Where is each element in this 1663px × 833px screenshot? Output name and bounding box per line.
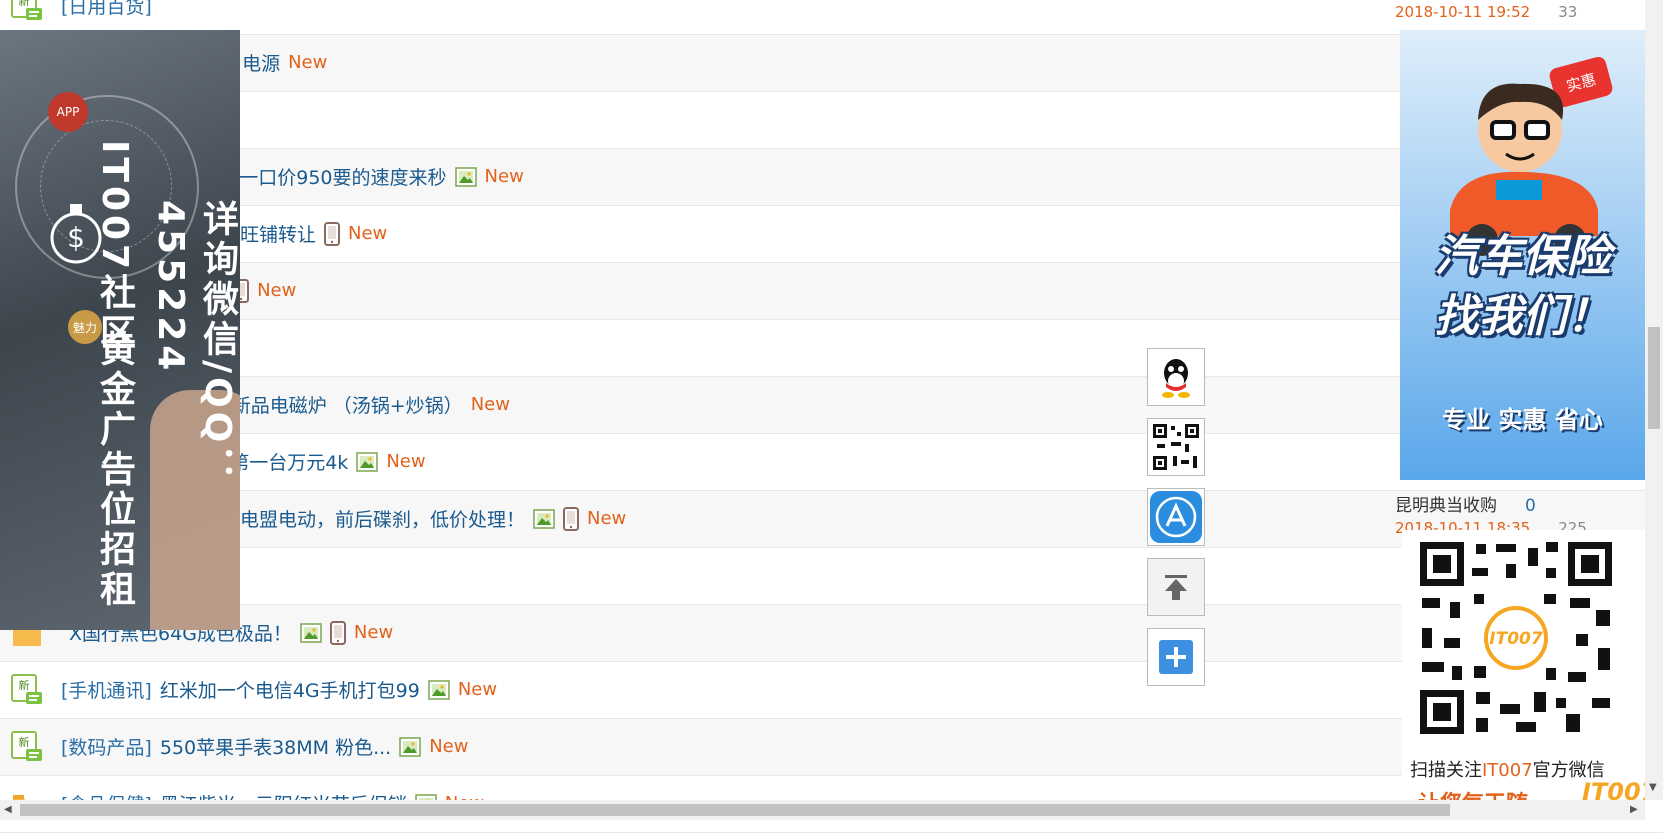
- svg-text:新: 新: [19, 0, 30, 8]
- new-thread-icon: 新: [11, 731, 42, 761]
- thread-title-link[interactable]: 550苹果手表38MM 粉色...: [160, 733, 391, 760]
- right-floating-ad[interactable]: 实惠 汽车保险 找我们！ 专业 实惠 省心: [1400, 30, 1645, 480]
- ad-headline-1: 汽车保险: [1434, 231, 1611, 282]
- svg-text:新: 新: [19, 735, 30, 749]
- ad-brand: IT007社区: [94, 140, 135, 354]
- new-badge: New: [587, 508, 627, 529]
- image-attachment-icon: [454, 166, 477, 187]
- new-badge: New: [429, 736, 469, 757]
- new-badge: New: [348, 223, 388, 244]
- qr-center-logo: IT007: [1489, 629, 1543, 649]
- new-thread-icon: 新: [11, 674, 42, 704]
- svg-text:新: 新: [19, 678, 30, 692]
- new-badge: New: [288, 52, 328, 73]
- svg-text:$: $: [67, 221, 85, 254]
- horizontal-scroll-thumb[interactable]: [20, 804, 1450, 816]
- vertical-scroll-thumb[interactable]: [1648, 327, 1660, 429]
- new-badge: New: [457, 679, 498, 700]
- app-bubble-icon: APP: [48, 92, 88, 132]
- post-button[interactable]: [1147, 628, 1205, 686]
- ad-contact: 详询微信/QQ：455224: [150, 200, 238, 487]
- new-badge: New: [386, 451, 426, 472]
- thread-line: [手机通讯] 红米加一个电信4G手机打包99 New: [61, 676, 497, 703]
- scroll-right-arrow-icon[interactable]: ▶: [1630, 804, 1638, 815]
- qr-caption: 扫描关注IT007官方微信: [1410, 756, 1605, 782]
- image-attachment-icon: [300, 622, 322, 643]
- qq-button[interactable]: [1147, 348, 1205, 406]
- image-attachment-icon: [399, 736, 421, 757]
- add-icon: [1159, 640, 1193, 674]
- scroll-left-arrow-icon[interactable]: ◀: [4, 804, 12, 815]
- image-attachment-icon: [428, 679, 450, 700]
- thread-category-link[interactable]: [手机通讯]: [61, 676, 152, 703]
- new-badge: New: [353, 622, 394, 643]
- app-store-icon: [1150, 491, 1202, 543]
- app-bubble-label: APP: [56, 105, 80, 119]
- qrcode-icon: [1151, 422, 1201, 472]
- thread-line: [日用百货]: [61, 0, 168, 19]
- ad-subline: 专业 实惠 省心: [1442, 406, 1603, 434]
- mobile-post-icon: [563, 506, 580, 531]
- new-badge: New: [257, 280, 297, 301]
- horizontal-scrollbar[interactable]: ◀ ▶: [0, 800, 1645, 820]
- new-badge: New: [484, 166, 524, 187]
- image-attachment-icon: [356, 451, 379, 472]
- thread-category-link[interactable]: [数码产品]: [61, 733, 152, 760]
- wechat-qr-button[interactable]: [1147, 418, 1205, 476]
- thread-views: 33: [1558, 3, 1578, 21]
- qr-caption-highlight: IT007: [1482, 760, 1533, 781]
- qq-icon: [1162, 359, 1190, 398]
- thread-author[interactable]: 昆明典当收购: [1395, 496, 1497, 516]
- ad-headline-2: 找我们！: [1434, 291, 1611, 342]
- image-attachment-icon: [533, 508, 555, 529]
- ad-slogan: 黄金广告位招租: [94, 330, 135, 610]
- thread-info: 2018-10-11 19:52 33: [1395, 0, 1577, 22]
- thread-replies[interactable]: 0: [1525, 496, 1536, 516]
- thread-category-link[interactable]: [日用百货]: [61, 0, 152, 19]
- new-badge: New: [470, 394, 510, 415]
- thread-time: 2018-10-11 19:52: [1395, 3, 1531, 21]
- mobile-post-icon: [324, 221, 341, 246]
- app-store-button[interactable]: [1147, 488, 1205, 546]
- qr-caption-pre: 扫描关注: [1410, 760, 1482, 781]
- thread-title-link[interactable]: 红米加一个电信4G手机打包99: [160, 676, 420, 703]
- back-to-top-icon: [1165, 575, 1187, 600]
- scroll-down-arrow-icon[interactable]: ▼: [1649, 782, 1657, 793]
- wechat-qr-promo[interactable]: IT007 扫描关注IT007官方微信 让您每天随... IT007: [1402, 530, 1657, 820]
- back-to-top-button[interactable]: [1147, 558, 1205, 616]
- wechat-qrcode-icon: IT007: [1416, 538, 1616, 738]
- thread-line: [数码产品] 550苹果手表38MM 粉色... New: [61, 733, 468, 760]
- mobile-post-icon: [329, 620, 346, 645]
- vertical-scrollbar[interactable]: ▼: [1645, 0, 1663, 800]
- new-thread-icon: 新: [11, 0, 42, 20]
- left-floating-ad[interactable]: APP 魅力 $ IT007社区 黄金广告位招租 详询微信/QQ：455224: [0, 30, 240, 630]
